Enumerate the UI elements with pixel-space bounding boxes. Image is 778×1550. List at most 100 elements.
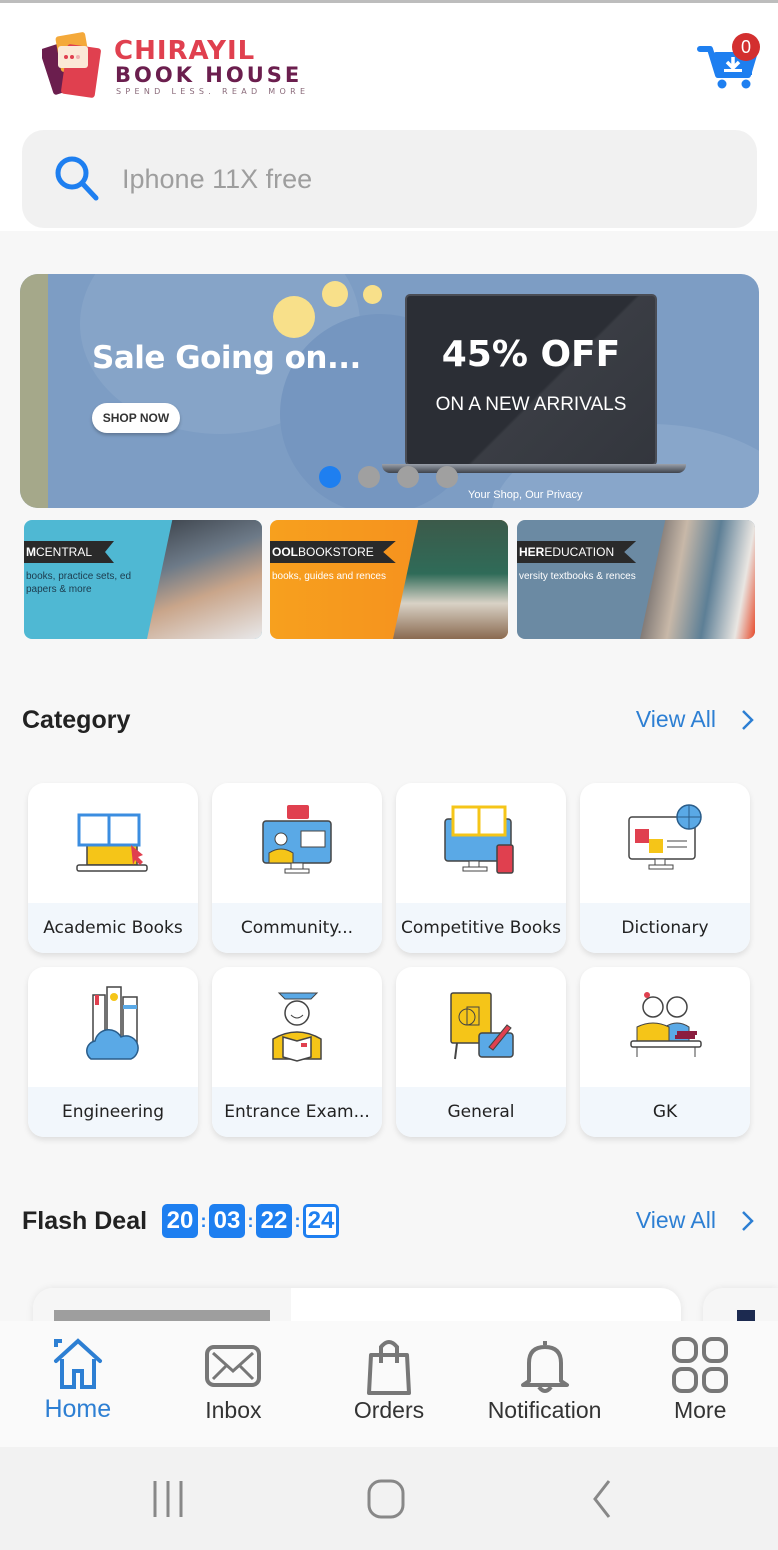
category-header: Category View All	[22, 702, 756, 742]
search-icon[interactable]	[50, 151, 106, 207]
nav-label: More	[673, 1397, 727, 1423]
carousel-indicators	[319, 466, 458, 488]
laptop-illustration: 45% OFF ON A NEW ARRIVALS	[405, 294, 657, 466]
countdown-separator: :	[200, 1210, 207, 1231]
app-header: CHIRAYIL BOOK HOUSE SPEND LESS. READ MOR…	[0, 3, 778, 231]
cart-count-badge: 0	[732, 33, 760, 61]
cart-button[interactable]: 0	[696, 33, 766, 95]
carousel-dot-1[interactable]	[319, 466, 341, 488]
countdown-minutes: 22	[256, 1204, 292, 1238]
banner-footer-text: Your Shop, Our Privacy	[468, 489, 583, 501]
offer-text: 45% OFF	[441, 334, 621, 375]
category-card[interactable]: Engineering	[28, 967, 198, 1137]
category-card[interactable]: General	[396, 967, 566, 1137]
flash-deal-header: Flash Deal View All	[22, 1203, 756, 1243]
category-card[interactable]: Entrance Exam...	[212, 967, 382, 1137]
nav-label: Home	[44, 1395, 112, 1423]
promo-ribbon: HEREDUCATION	[517, 541, 637, 563]
countdown-days: 20	[162, 1204, 198, 1238]
grid-icon	[672, 1337, 729, 1393]
countdown-separator: :	[294, 1210, 301, 1231]
nav-label: Orders	[353, 1397, 425, 1423]
promo-ribbon: MCENTRAL	[24, 541, 115, 563]
bell-icon	[520, 1341, 569, 1393]
chevron-right-icon	[742, 709, 754, 730]
logo-tagline: SPEND LESS. READ MORE	[116, 87, 310, 96]
promo-description: versity textbooks & rences	[519, 571, 636, 582]
promo-photo-classroom	[393, 520, 508, 639]
category-title: Category	[22, 706, 131, 734]
chevron-right-icon	[742, 1210, 754, 1231]
promo-banner-carousel[interactable]: Sale Going on... SHOP NOW 45% OFF ON A N…	[20, 274, 759, 508]
nav-home[interactable]: Home	[0, 1321, 156, 1447]
nav-inbox[interactable]: Inbox	[156, 1321, 312, 1447]
carousel-dot-2[interactable]	[358, 466, 380, 488]
view-all-label: View All	[635, 706, 716, 732]
logo-line1: CHIRAYIL	[114, 36, 256, 66]
promo-photo-writing	[147, 520, 262, 639]
banner-edge-strip	[20, 274, 48, 508]
search-bar[interactable]	[22, 130, 757, 228]
students-desk-icon	[630, 992, 702, 1057]
books-cloud-icon	[86, 986, 139, 1060]
home-circle-icon[interactable]	[361, 1477, 411, 1521]
mail-icon	[205, 1345, 262, 1387]
category-label: GK	[580, 1087, 750, 1137]
countdown-hours: 03	[209, 1204, 245, 1238]
logo-books-icon	[42, 32, 101, 98]
category-card[interactable]: Academic Books	[28, 783, 198, 953]
promo-photo-students	[640, 520, 755, 639]
category-label: Academic Books	[28, 903, 198, 953]
banner-decoration	[363, 285, 382, 304]
category-label: Dictionary	[580, 903, 750, 953]
promo-tiles: MCENTRAL books, practice sets, ed papers…	[24, 520, 756, 640]
nav-label: Inbox	[205, 1397, 262, 1423]
system-navigation-bar	[0, 1447, 778, 1550]
category-label: Entrance Exam...	[212, 1087, 382, 1137]
bottom-navigation: Home Inbox Orders Notification More	[0, 1321, 778, 1447]
flash-deal-countdown: 20 : 03 : 22 : 24	[162, 1204, 339, 1238]
promo-ribbon: OOLBOOKSTORE	[270, 541, 396, 563]
carousel-dot-3[interactable]	[397, 466, 419, 488]
search-input[interactable]	[122, 163, 682, 195]
category-view-all-link[interactable]: View All	[636, 706, 756, 733]
banner-decoration	[273, 296, 315, 338]
category-label: Competitive Books	[396, 903, 566, 953]
category-label: General	[396, 1087, 566, 1137]
logo-line2: BOOK HOUSE	[115, 63, 303, 87]
brand-logo[interactable]: CHIRAYIL BOOK HOUSE SPEND LESS. READ MOR…	[42, 30, 322, 102]
shopping-bag-icon	[366, 1340, 411, 1395]
nav-more[interactable]: More	[622, 1321, 778, 1447]
countdown-seconds: 24	[303, 1204, 339, 1238]
category-card[interactable]: Competitive Books	[396, 783, 566, 953]
carousel-dot-4[interactable]	[436, 466, 458, 488]
banner-title: Sale Going on...	[92, 340, 361, 376]
flash-deal-view-all-link[interactable]: View All	[636, 1207, 756, 1234]
back-icon[interactable]	[577, 1477, 627, 1521]
monitor-book-phone-icon	[444, 805, 514, 874]
shop-now-button[interactable]: SHOP NOW	[92, 403, 180, 433]
video-teacher-icon	[262, 805, 332, 874]
banner-decoration	[322, 281, 348, 307]
category-card[interactable]: GK	[580, 967, 750, 1137]
graduate-reading-icon	[272, 992, 322, 1062]
view-all-label: View All	[635, 1207, 716, 1233]
nav-label: Notification	[487, 1397, 602, 1423]
monitor-globe-icon	[628, 804, 702, 870]
laptop-book-icon	[76, 813, 148, 872]
promo-tile-exam-central[interactable]: MCENTRAL books, practice sets, ed papers…	[24, 520, 262, 639]
offer-subtext: ON A NEW ARRIVALS	[435, 394, 627, 415]
countdown-separator: :	[247, 1210, 254, 1231]
category-card[interactable]: Community...	[212, 783, 382, 953]
promo-tile-school-bookstore[interactable]: OOLBOOKSTORE books, guides and rences	[270, 520, 508, 639]
promo-description: books, guides and rences	[272, 571, 386, 582]
home-icon	[53, 1338, 102, 1389]
nav-orders[interactable]: Orders	[311, 1321, 467, 1447]
easel-tablet-icon	[450, 992, 514, 1060]
recent-apps-icon[interactable]	[143, 1477, 193, 1521]
flash-deal-title: Flash Deal	[22, 1207, 148, 1235]
category-grid: Academic Books Community... Competitive …	[28, 783, 750, 1137]
nav-notification[interactable]: Notification	[467, 1321, 623, 1447]
category-card[interactable]: Dictionary	[580, 783, 750, 953]
promo-tile-higher-education[interactable]: HEREDUCATION versity textbooks & rences	[517, 520, 755, 639]
